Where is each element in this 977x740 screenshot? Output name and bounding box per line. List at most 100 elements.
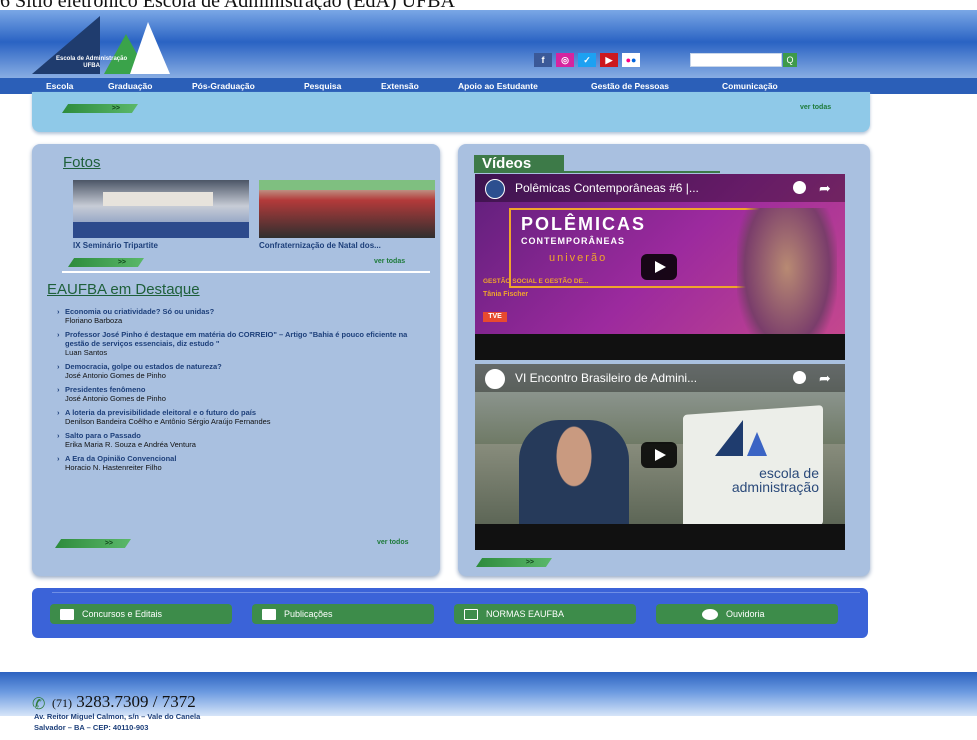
news-title[interactable]: Salto para o Passado	[57, 431, 429, 440]
search-input[interactable]	[690, 53, 782, 67]
publicacoes-button[interactable]: Publicações	[252, 604, 434, 624]
ouvidoria-label: Ouvidoria	[726, 609, 765, 619]
news-author: José Antonio Gomes de Pinho	[65, 394, 166, 403]
top-panel	[32, 92, 870, 132]
concursos-button[interactable]: Concursos e Editais	[50, 604, 232, 624]
list-item: Economia ou criatividade? Só ou unidas? …	[57, 307, 429, 326]
video-1-overlay-title: POLÊMICAS	[521, 214, 647, 234]
list-item: Salto para o Passado Erika Maria R. Souz…	[57, 431, 429, 450]
nav-item-gestao-pessoas[interactable]: Gestão de Pessoas	[591, 81, 669, 91]
destaque-title[interactable]: EAUFBA em Destaque	[47, 281, 200, 298]
photo-caption-1[interactable]: IX Seminário Tripartite	[73, 241, 158, 250]
chat-bubble-icon	[702, 608, 718, 620]
news-author: Denilson Bandeira Coêlho e Antônio Sérgi…	[65, 417, 271, 426]
logo-icon[interactable]	[30, 14, 180, 82]
list-item: A loteria da previsibilidade eleitoral e…	[57, 408, 429, 427]
fotos-title[interactable]: Fotos	[63, 154, 101, 171]
nav-item-graduacao[interactable]: Graduação	[108, 81, 152, 91]
phone-icon: ✆	[32, 696, 46, 713]
videos-title: Vídeos	[474, 155, 564, 173]
normas-button[interactable]: NORMAS EAUFBA	[454, 604, 636, 624]
video-2-bottom-bar	[475, 524, 845, 550]
photo-seminario-table	[103, 192, 213, 206]
nav-item-apoio[interactable]: Apoio ao Estudante	[458, 81, 538, 91]
watch-later-icon[interactable]	[793, 181, 806, 194]
fotos-more-arrow[interactable]: >>	[68, 258, 144, 267]
videos-more-arrow[interactable]: >>	[476, 558, 552, 567]
list-item: Democracia, golpe ou estados de natureza…	[57, 362, 429, 381]
video-1-overlay-sub: CONTEMPORÂNEAS	[521, 236, 626, 246]
publicacoes-label: Publicações	[284, 609, 333, 619]
logo-line-1: Escola de Administração	[56, 56, 128, 62]
destaque-list: Economia ou criatividade? Só ou unidas? …	[57, 307, 429, 477]
nav-item-extensao[interactable]: Extensão	[381, 81, 419, 91]
photo-seminario-stage	[73, 222, 249, 238]
photo-confraternizacao[interactable]	[259, 180, 435, 238]
videos-title-underline	[564, 171, 720, 173]
search-button[interactable]: Q	[783, 53, 797, 67]
logo-line-2: UFBA	[83, 63, 100, 69]
photo-confraternizacao-banner	[259, 180, 435, 190]
news-title[interactable]: Democracia, golpe ou estados de natureza…	[57, 362, 429, 371]
flickr-icon[interactable]: ● ●	[622, 53, 640, 67]
list-item: A Era da Opinião Convencional Horacio N.…	[57, 454, 429, 473]
news-title[interactable]: Economia ou criatividade? Só ou unidas?	[57, 307, 429, 316]
nav-item-pos-graduacao[interactable]: Pós-Graduação	[192, 81, 255, 91]
play-button-icon[interactable]	[641, 254, 677, 280]
news-title[interactable]: Presidentes fenômeno	[57, 385, 429, 394]
news-author: José Antonio Gomes de Pinho	[65, 371, 166, 380]
news-author: Erika Maria R. Souza e Andréa Ventura	[65, 440, 196, 449]
ouvidoria-button[interactable]: Ouvidoria	[656, 604, 838, 624]
sign-logo-icon	[715, 420, 767, 456]
normas-label: NORMAS EAUFBA	[486, 609, 565, 619]
fotos-more-link[interactable]: ver todas	[374, 258, 405, 265]
facebook-icon[interactable]: f	[534, 53, 552, 67]
instagram-icon[interactable]: ◎	[556, 53, 574, 67]
photo-seminario[interactable]	[73, 180, 249, 238]
video-1-overlay-small: univerão	[549, 252, 608, 264]
nav-item-pesquisa[interactable]: Pesquisa	[304, 81, 341, 91]
video-2-sign-text: escola de administração	[731, 465, 819, 495]
destaque-more-arrow[interactable]: >>	[55, 539, 131, 548]
top-panel-more-link[interactable]: ver todas	[800, 104, 831, 111]
footer-address-1: Av. Reitor Miguel Calmon, s/n – Vale do …	[34, 712, 201, 721]
concursos-label: Concursos e Editais	[82, 609, 163, 619]
destaque-more-link[interactable]: ver todos	[377, 539, 409, 546]
youtube-icon[interactable]: ▶	[600, 53, 618, 67]
footer-phone: (71) 3283.7309 / 7372	[52, 692, 196, 712]
video-1-overlay-name: Tânia Fischer	[483, 291, 529, 298]
share-icon[interactable]: ➦	[819, 370, 831, 387]
photo-caption-2[interactable]: Confraternização de Natal dos...	[259, 241, 381, 250]
list-item: Professor José Pinho é destaque em matér…	[57, 330, 429, 358]
more-arrow[interactable]: >>	[62, 104, 138, 113]
document-icon	[60, 608, 74, 620]
news-author: Floriano Barboza	[65, 316, 123, 325]
footer-address-2: Salvador – BA – CEP: 40110-903	[34, 723, 149, 732]
share-icon[interactable]: ➦	[819, 180, 831, 197]
video-2-title[interactable]: VI Encontro Brasileiro de Admini...	[475, 364, 845, 392]
social-links: f ◎ ✓ ▶ ● ●	[534, 53, 640, 67]
nav-item-comunicacao[interactable]: Comunicação	[722, 81, 778, 91]
news-title[interactable]: Professor José Pinho é destaque em matér…	[57, 330, 429, 348]
twitter-icon[interactable]: ✓	[578, 53, 596, 67]
publication-icon	[262, 608, 276, 620]
video-1-tve-logo: TVE	[483, 312, 507, 322]
video-player-1[interactable]: POLÊMICAS CONTEMPORÂNEAS univerão GESTÃO…	[475, 174, 845, 360]
watch-later-icon[interactable]	[793, 371, 806, 384]
news-title[interactable]: A Era da Opinião Convencional	[57, 454, 429, 463]
video-1-bottom-bar	[475, 334, 845, 360]
quick-links-divider	[52, 592, 860, 593]
play-button-icon[interactable]	[641, 442, 677, 468]
news-title[interactable]: A loteria da previsibilidade eleitoral e…	[57, 408, 429, 417]
nav-item-escola[interactable]: Escola	[46, 81, 73, 91]
channel-avatar-icon[interactable]	[485, 369, 505, 389]
phone-number: 3283.7309 / 7372	[76, 692, 196, 711]
logo-text: Escola de Administração UFBA	[56, 56, 127, 70]
video-1-title[interactable]: Polêmicas Contemporâneas #6 |...	[475, 174, 845, 202]
file-icon	[464, 608, 478, 620]
video-player-2[interactable]: escola de administração VI Encontro Bras…	[475, 364, 845, 550]
list-item: Presidentes fenômeno José Antonio Gomes …	[57, 385, 429, 404]
section-divider	[62, 271, 430, 273]
channel-avatar-icon[interactable]	[485, 179, 505, 199]
news-author: Horacio N. Hastenreiter Filho	[65, 463, 162, 472]
